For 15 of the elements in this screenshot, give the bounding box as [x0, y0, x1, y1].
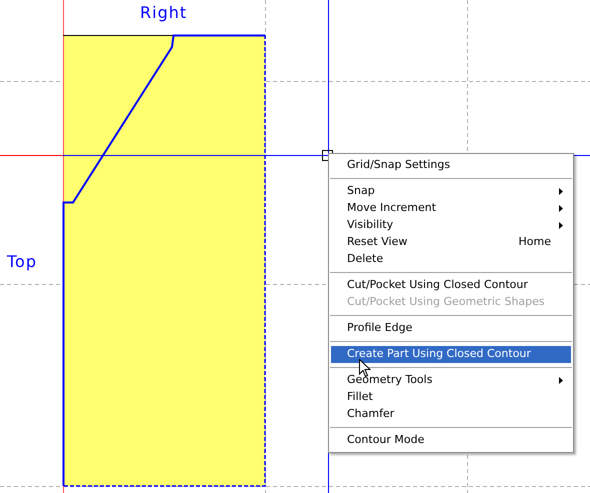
menu-item[interactable]: Reset View Home: [331, 234, 571, 251]
menu-item[interactable]: Delete: [331, 251, 571, 268]
menu-item[interactable]: Grid/Snap Settings: [331, 157, 571, 174]
view-label: Top: [7, 252, 37, 272]
menu-item[interactable]: Profile Edge: [331, 320, 571, 337]
menu-item[interactable]: Geometry Tools: [331, 372, 571, 389]
menu-item[interactable]: Visibility: [331, 217, 571, 234]
menu-item[interactable]: Cut/Pocket Using Closed Contour: [331, 277, 571, 294]
view-label: Right: [140, 3, 188, 23]
menu-item[interactable]: Contour Mode: [331, 432, 571, 449]
menu-item[interactable]: Move Increment: [331, 200, 571, 217]
menu-item[interactable]: Create Part Using Closed Contour: [331, 346, 571, 363]
menu-item[interactable]: Snap: [331, 183, 571, 200]
menu-item[interactable]: Fillet: [331, 389, 571, 406]
menu-item[interactable]: Chamfer: [331, 406, 571, 423]
